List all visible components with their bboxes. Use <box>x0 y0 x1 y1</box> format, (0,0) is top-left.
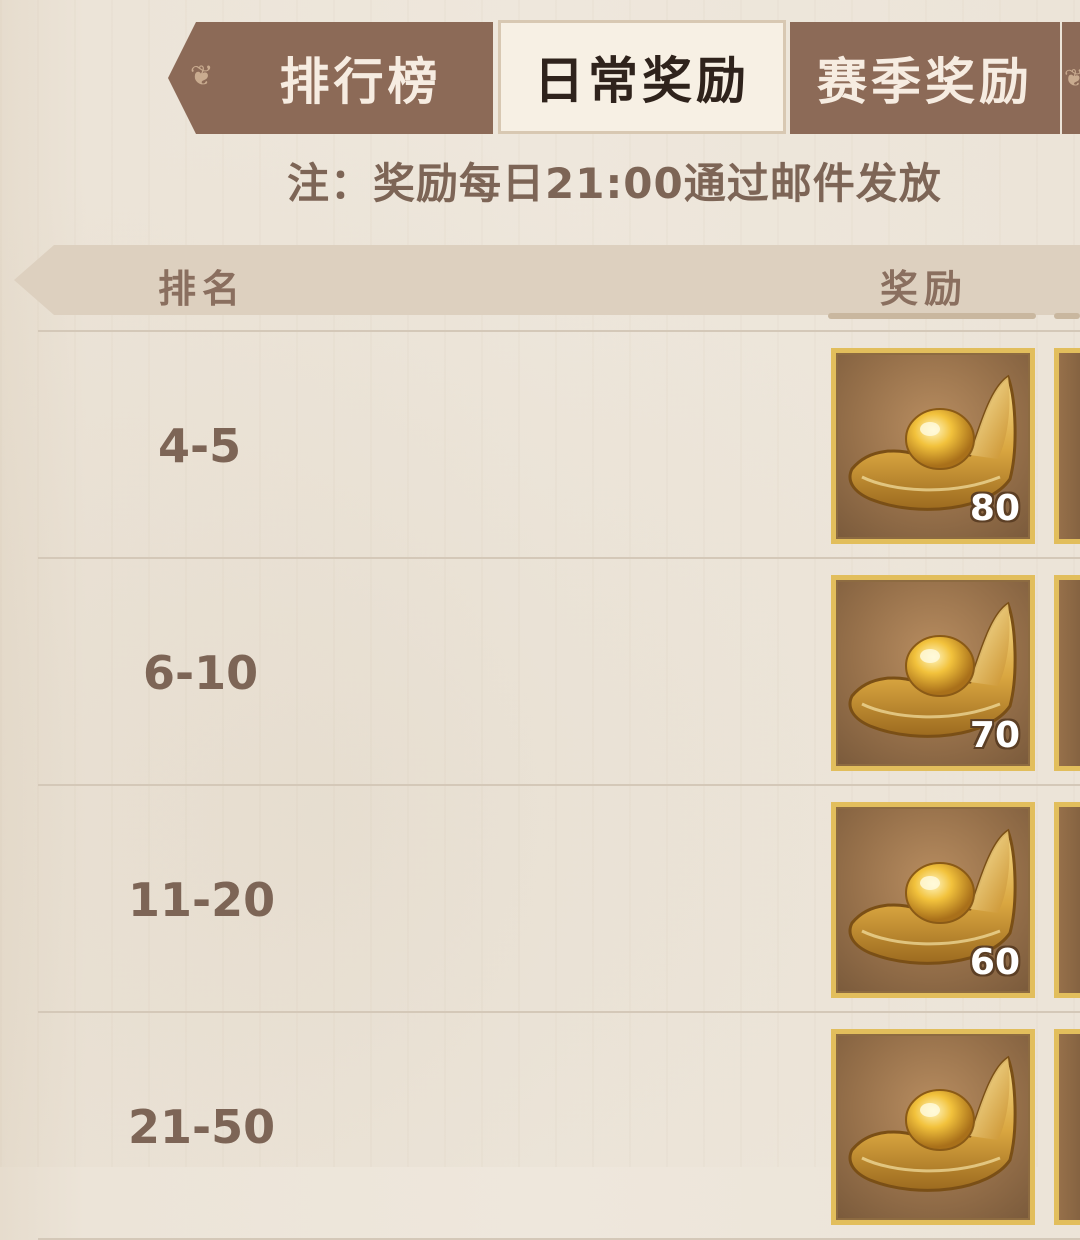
reward-row: 21-50 <box>0 1013 1080 1240</box>
reward-quantity: 60 <box>969 942 1020 983</box>
tab-leaderboard[interactable]: 排行榜 <box>228 22 493 134</box>
reward-row: 11-20 60 <box>0 786 1080 1013</box>
reward-item-slot-partial[interactable] <box>1054 802 1080 998</box>
reward-column-header: 奖励 <box>880 267 969 311</box>
rank-range-label: 21-50 <box>128 1099 276 1154</box>
previous-item-frame-edge <box>828 313 1036 319</box>
tab-season-rewards[interactable]: 赛季奖励 <box>790 22 1060 134</box>
flourish-icon: ❦ <box>1064 64 1080 92</box>
tab-daily-rewards[interactable]: 日常奖励 <box>498 20 786 134</box>
reward-item-slot-partial[interactable] <box>1054 348 1080 544</box>
rank-column-header: 排名 <box>158 267 247 311</box>
reward-quantity: 70 <box>969 715 1020 756</box>
tab-bar-right-cap: ❦ <box>1062 22 1080 134</box>
reward-row: 6-10 70 <box>0 559 1080 786</box>
flourish-icon: ❦ <box>190 59 214 92</box>
reward-item-slot-partial[interactable] <box>1054 1029 1080 1225</box>
reward-item-slot-partial[interactable] <box>1054 575 1080 771</box>
reward-item-slot[interactable]: 70 <box>831 575 1035 771</box>
rank-range-label: 11-20 <box>128 872 276 927</box>
reward-quantity: 80 <box>969 488 1020 529</box>
gold-ingot-icon <box>848 1055 1017 1192</box>
reward-item-slot[interactable]: 60 <box>831 802 1035 998</box>
reward-delivery-note: 注：奖励每日21:00通过邮件发放 <box>287 159 942 208</box>
reward-item-slot[interactable] <box>831 1029 1035 1225</box>
tab-bar: ❦ 排行榜 日常奖励 赛季奖励 ❦ <box>168 20 1080 134</box>
reward-item-slot[interactable]: 80 <box>831 348 1035 544</box>
rank-range-label: 4-5 <box>158 418 242 473</box>
previous-item-frame-edge <box>1054 313 1080 319</box>
rank-range-label: 6-10 <box>143 645 259 700</box>
reward-row: 4-5 80 <box>0 332 1080 559</box>
